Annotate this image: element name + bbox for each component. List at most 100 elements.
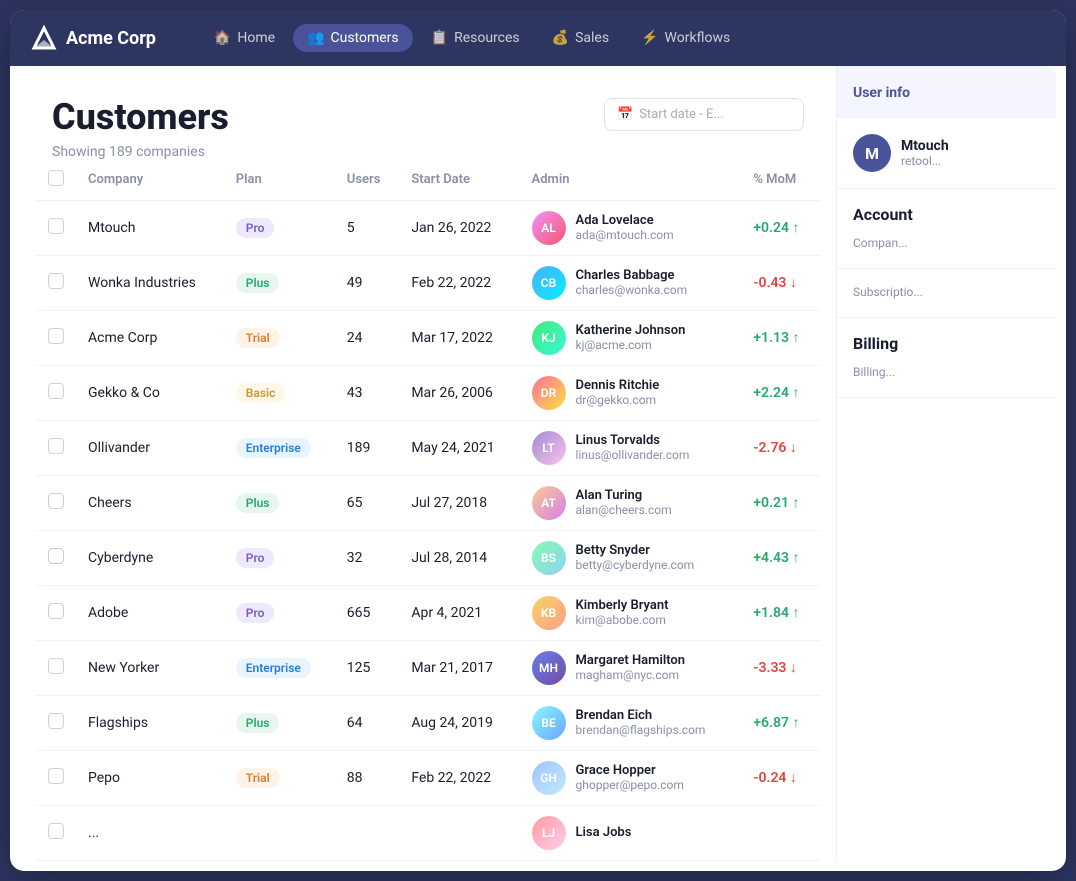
row-start-date: May 24, 2021 xyxy=(399,420,519,475)
row-company: Pepo xyxy=(76,750,224,805)
table-row[interactable]: Mtouch Pro 5 Jan 26, 2022 AL Ada Lovelac… xyxy=(36,200,820,255)
user-info-tab-header: User info xyxy=(837,66,1056,118)
row-checkbox[interactable] xyxy=(48,768,64,784)
row-checkbox[interactable] xyxy=(48,713,64,729)
sidebar-item-resources[interactable]: 📋 Resources xyxy=(417,24,534,52)
table-row[interactable]: New Yorker Enterprise 125 Mar 21, 2017 M… xyxy=(36,640,820,695)
row-checkbox[interactable] xyxy=(48,823,64,839)
col-admin: Admin xyxy=(520,160,742,201)
row-checkbox[interactable] xyxy=(48,383,64,399)
row-start-date: Aug 24, 2019 xyxy=(399,695,519,750)
row-users: 24 xyxy=(335,310,400,365)
customers-table: Company Plan Users Start Date Admin % Mo… xyxy=(36,160,820,861)
admin-email: dr@gekko.com xyxy=(576,393,660,407)
sales-icon: 💰 xyxy=(552,30,569,46)
row-checkbox-cell[interactable] xyxy=(36,530,76,585)
row-mom: +1.13 xyxy=(741,310,820,365)
admin-avatar: GH xyxy=(532,761,566,795)
col-mom: % MoM xyxy=(741,160,820,201)
row-plan: Basic xyxy=(224,365,335,420)
date-filter-input[interactable]: 📅 Start date - E... xyxy=(604,98,804,131)
row-plan xyxy=(224,805,335,860)
nav-sales-label: Sales xyxy=(575,30,609,46)
row-checkbox-cell[interactable] xyxy=(36,750,76,805)
page-subtitle: Showing 189 companies xyxy=(52,144,229,160)
row-checkbox[interactable] xyxy=(48,658,64,674)
row-mom: +4.43 xyxy=(741,530,820,585)
mom-value: -0.43 xyxy=(753,275,797,291)
row-admin: MH Margaret Hamilton magham@nyc.com xyxy=(520,640,742,695)
row-company: Gekko & Co xyxy=(76,365,224,420)
nav-logo[interactable]: Acme Corp xyxy=(30,24,156,52)
right-panel: User info M Mtouch retool... Account Com… xyxy=(836,66,1056,861)
row-checkbox-cell[interactable] xyxy=(36,585,76,640)
row-checkbox-cell[interactable] xyxy=(36,805,76,860)
row-company: Adobe xyxy=(76,585,224,640)
calendar-icon: 📅 xyxy=(617,107,633,122)
row-users: 5 xyxy=(335,200,400,255)
company-name: Acme Corp xyxy=(66,28,156,49)
admin-avatar: MH xyxy=(532,651,566,685)
row-start-date: Jul 28, 2014 xyxy=(399,530,519,585)
row-checkbox[interactable] xyxy=(48,218,64,234)
row-checkbox-cell[interactable] xyxy=(36,365,76,420)
table-row[interactable]: Wonka Industries Plus 49 Feb 22, 2022 CB… xyxy=(36,255,820,310)
table-row[interactable]: Adobe Pro 665 Apr 4, 2021 KB Kimberly Br… xyxy=(36,585,820,640)
row-users: 125 xyxy=(335,640,400,695)
sidebar-item-workflows[interactable]: ⚡ Workflows xyxy=(627,24,744,52)
plan-badge: Enterprise xyxy=(236,438,311,458)
table-row[interactable]: Gekko & Co Basic 43 Mar 26, 2006 DR Denn… xyxy=(36,365,820,420)
row-start-date: Apr 4, 2021 xyxy=(399,585,519,640)
row-users: 189 xyxy=(335,420,400,475)
row-checkbox-cell[interactable] xyxy=(36,695,76,750)
table-row[interactable]: Cheers Plus 65 Jul 27, 2018 AT Alan Turi… xyxy=(36,475,820,530)
row-checkbox[interactable] xyxy=(48,493,64,509)
select-all-checkbox[interactable] xyxy=(48,170,64,186)
table-row[interactable]: Ollivander Enterprise 189 May 24, 2021 L… xyxy=(36,420,820,475)
row-admin: KB Kimberly Bryant kim@abobe.com xyxy=(520,585,742,640)
mom-value: +6.87 xyxy=(753,715,799,731)
row-users: 49 xyxy=(335,255,400,310)
row-checkbox-cell[interactable] xyxy=(36,200,76,255)
table-row[interactable]: ... LJ Lisa Jobs xyxy=(36,805,820,860)
admin-email: alan@cheers.com xyxy=(576,503,672,517)
row-plan: Trial xyxy=(224,310,335,365)
table-row[interactable]: Cyberdyne Pro 32 Jul 28, 2014 BS Betty S… xyxy=(36,530,820,585)
row-checkbox-cell[interactable] xyxy=(36,255,76,310)
sidebar-item-sales[interactable]: 💰 Sales xyxy=(538,24,623,52)
row-checkbox[interactable] xyxy=(48,603,64,619)
header-filter-row: Customers Showing 189 companies 📅 Start … xyxy=(20,66,836,160)
mom-value: +0.21 xyxy=(753,495,799,511)
row-start-date xyxy=(399,805,519,860)
table-row[interactable]: Flagships Plus 64 Aug 24, 2019 BE Brenda… xyxy=(36,695,820,750)
table-row[interactable]: Acme Corp Trial 24 Mar 17, 2022 KJ Kathe… xyxy=(36,310,820,365)
account-section-title: Account xyxy=(853,205,1040,224)
row-checkbox[interactable] xyxy=(48,328,64,344)
admin-info: Kimberly Bryant kim@abobe.com xyxy=(576,598,669,627)
plan-badge: Pro xyxy=(236,548,275,568)
admin-info: Charles Babbage charles@wonka.com xyxy=(576,268,688,297)
nav-home-label: Home xyxy=(237,30,275,46)
row-checkbox[interactable] xyxy=(48,438,64,454)
row-checkbox-cell[interactable] xyxy=(36,310,76,365)
row-start-date: Mar 21, 2017 xyxy=(399,640,519,695)
user-info-tab-label[interactable]: User info xyxy=(853,85,910,101)
row-checkbox-cell[interactable] xyxy=(36,420,76,475)
nav-workflows-label: Workflows xyxy=(665,30,731,46)
admin-name: Lisa Jobs xyxy=(576,825,632,840)
row-plan: Enterprise xyxy=(224,420,335,475)
table-row[interactable]: Pepo Trial 88 Feb 22, 2022 GH Grace Hopp… xyxy=(36,750,820,805)
row-checkbox[interactable] xyxy=(48,273,64,289)
home-icon: 🏠 xyxy=(214,30,231,46)
col-company: Company xyxy=(76,160,224,201)
row-checkbox-cell[interactable] xyxy=(36,640,76,695)
row-checkbox-cell[interactable] xyxy=(36,475,76,530)
table-wrapper: Company Plan Users Start Date Admin % Mo… xyxy=(20,160,836,861)
sidebar-item-customers[interactable]: 👥 Customers xyxy=(293,24,413,52)
select-all-header[interactable] xyxy=(36,160,76,201)
col-users: Users xyxy=(335,160,400,201)
row-checkbox[interactable] xyxy=(48,548,64,564)
nav-customers-label: Customers xyxy=(330,30,398,46)
sidebar-item-home[interactable]: 🏠 Home xyxy=(200,24,289,52)
row-mom xyxy=(741,805,820,860)
